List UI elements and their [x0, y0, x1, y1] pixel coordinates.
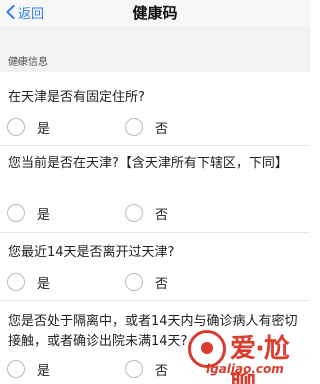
q2-option-no[interactable]: 否 — [125, 202, 168, 224]
option-label: 否 — [155, 363, 169, 379]
radio-icon[interactable] — [7, 360, 25, 378]
radio-icon[interactable] — [125, 360, 143, 378]
q1-option-yes[interactable]: 是 — [7, 116, 50, 138]
q3-option-yes[interactable]: 是 — [7, 271, 50, 293]
q4-option-yes[interactable]: 是 — [7, 358, 50, 380]
radio-icon[interactable] — [125, 273, 143, 291]
q4-option-no[interactable]: 否 — [125, 358, 168, 380]
watermark-url: igaliao.com — [206, 362, 284, 376]
q3-option-no[interactable]: 否 — [125, 271, 168, 293]
option-label: 否 — [155, 207, 169, 223]
divider — [0, 300, 310, 301]
divider — [0, 232, 310, 233]
required-star: * — [16, 58, 21, 69]
watermark-logo: 爱·尬聊 igaliao.com — [186, 318, 304, 384]
q1-option-no[interactable]: 否 — [125, 116, 168, 138]
section-header: * 健康信息 — [0, 48, 310, 72]
option-label: 是 — [37, 363, 51, 379]
nav-bar: 返回 健康码 — [0, 0, 310, 26]
question-3-text: 您最近14天是否离开过天津? — [8, 245, 175, 260]
option-label: 否 — [155, 276, 169, 292]
radio-icon[interactable] — [125, 204, 143, 222]
option-label: 是 — [37, 121, 51, 137]
page-title: 健康码 — [132, 4, 178, 22]
divider — [0, 145, 310, 146]
radio-icon[interactable] — [7, 273, 25, 291]
q2-option-yes[interactable]: 是 — [7, 202, 50, 224]
radio-icon[interactable] — [125, 118, 143, 136]
option-label: 否 — [155, 121, 169, 137]
radio-icon[interactable] — [7, 118, 25, 136]
option-label: 是 — [37, 276, 51, 292]
question-1-text: 在天津是否有固定住所? — [8, 90, 145, 105]
section-title: 健康信息 — [8, 57, 48, 68]
radio-icon[interactable] — [7, 204, 25, 222]
option-label: 是 — [37, 207, 51, 223]
question-2-text: 您当前是否在天津?【含天津所有下辖区，下同】 — [8, 156, 288, 171]
top-spacer — [0, 26, 310, 48]
